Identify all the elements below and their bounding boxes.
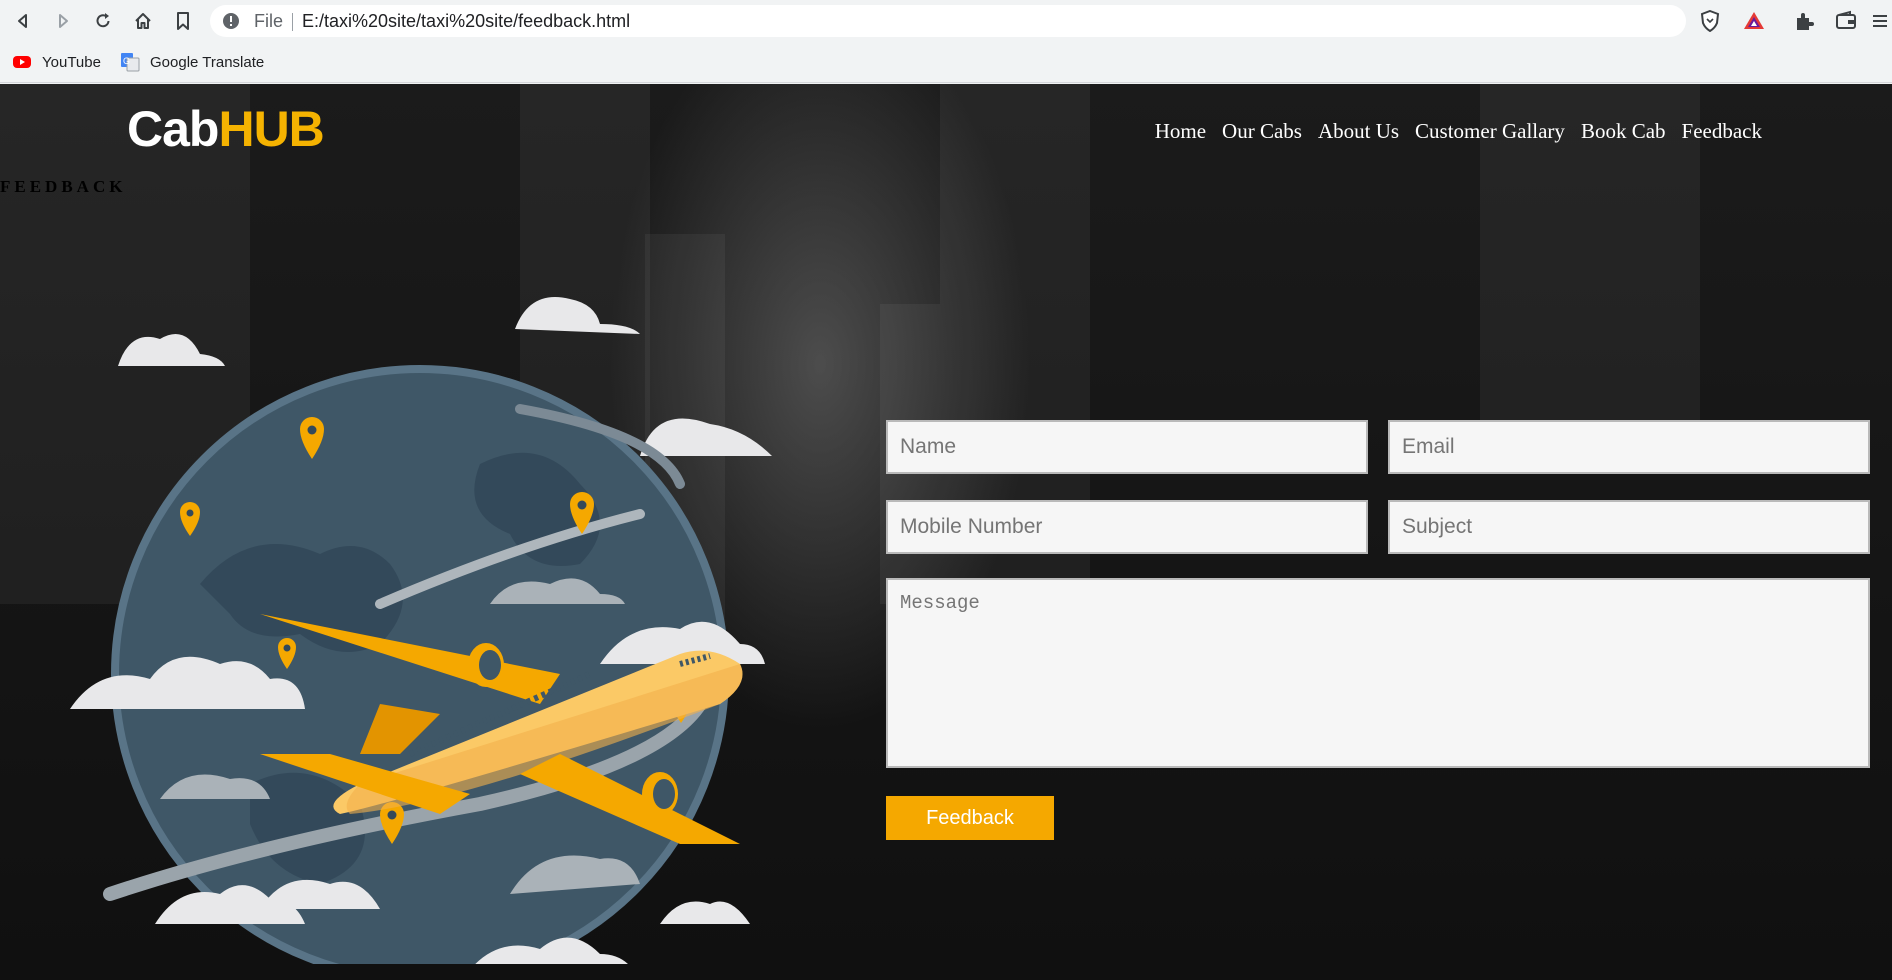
omnibox-divider bbox=[292, 13, 293, 31]
feedback-submit-button[interactable]: Feedback bbox=[886, 796, 1054, 840]
main-nav: Home Our Cabs About Us Customer Gallary … bbox=[1155, 119, 1762, 144]
name-field[interactable] bbox=[886, 420, 1368, 474]
nav-book-cab[interactable]: Book Cab bbox=[1581, 119, 1666, 144]
reload-icon[interactable] bbox=[90, 8, 116, 34]
svg-text:G: G bbox=[123, 56, 130, 66]
back-icon[interactable] bbox=[10, 8, 36, 34]
info-icon[interactable] bbox=[222, 12, 240, 30]
mobile-number-field[interactable] bbox=[886, 500, 1368, 554]
subject-field[interactable] bbox=[1388, 500, 1870, 554]
address-bar[interactable]: File E:/taxi%20site/taxi%20site/feedback… bbox=[210, 5, 1686, 37]
home-icon[interactable] bbox=[130, 8, 156, 34]
nav-our-cabs[interactable]: Our Cabs bbox=[1222, 119, 1302, 144]
wallet-icon[interactable] bbox=[1834, 9, 1858, 33]
google-translate-icon: G bbox=[121, 53, 140, 72]
brave-rewards-icon[interactable] bbox=[1742, 9, 1766, 33]
bookmark-google-translate[interactable]: G Google Translate bbox=[120, 51, 264, 73]
file-label: File bbox=[254, 11, 284, 31]
bookmark-icon[interactable] bbox=[170, 8, 196, 34]
menu-icon[interactable] bbox=[1870, 9, 1888, 33]
logo-cab-text: Cab bbox=[127, 101, 219, 157]
brave-shield-icon[interactable] bbox=[1698, 9, 1722, 33]
nav-about-us[interactable]: About Us bbox=[1318, 119, 1399, 144]
browser-toolbar: File E:/taxi%20site/taxi%20site/feedback… bbox=[0, 0, 1892, 42]
bookmarks-bar: YouTube G Google Translate bbox=[0, 42, 1892, 83]
logo-hub-text: HUB bbox=[218, 101, 324, 157]
email-field[interactable] bbox=[1388, 420, 1870, 474]
bookmark-youtube[interactable]: YouTube bbox=[12, 51, 101, 73]
bookmark-label: Google Translate bbox=[150, 53, 265, 71]
nav-feedback[interactable]: Feedback bbox=[1682, 119, 1762, 144]
url-text[interactable]: E:/taxi%20site/taxi%20site/feedback.html bbox=[302, 11, 630, 32]
globe-airplane-illustration bbox=[70, 297, 772, 964]
site-logo[interactable]: CabHUB bbox=[127, 100, 325, 158]
section-label: FEEDBACK bbox=[0, 177, 127, 196]
extensions-icon[interactable] bbox=[1792, 9, 1816, 33]
nav-customer-gallary[interactable]: Customer Gallary bbox=[1415, 119, 1565, 144]
nav-home[interactable]: Home bbox=[1155, 119, 1206, 144]
page-content: CabHUB FEEDBACK Home Our Cabs About Us C… bbox=[0, 84, 1892, 980]
message-field[interactable] bbox=[886, 578, 1870, 768]
forward-icon[interactable] bbox=[50, 8, 76, 34]
youtube-icon bbox=[13, 56, 31, 68]
bookmark-label: YouTube bbox=[42, 53, 101, 71]
